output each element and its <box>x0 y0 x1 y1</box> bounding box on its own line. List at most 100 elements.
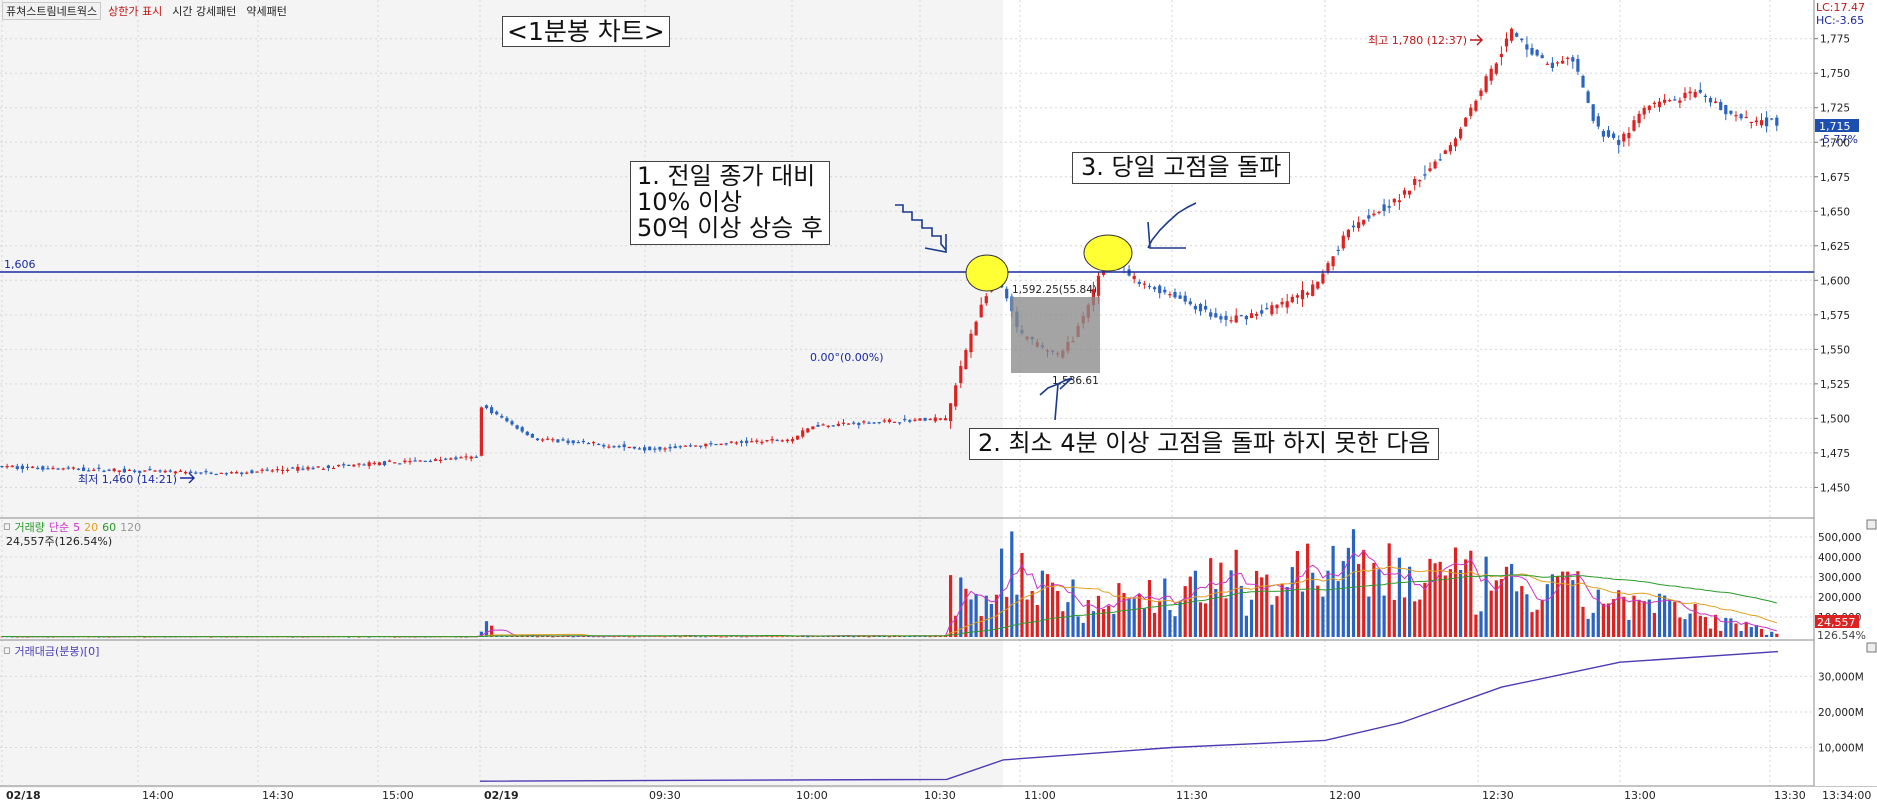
candle-body <box>1438 159 1442 161</box>
volume-bar <box>1525 594 1529 637</box>
candle-body <box>1255 314 1259 316</box>
volume-bar <box>1244 615 1248 637</box>
volume-bar <box>1632 595 1636 637</box>
candle-body <box>1392 198 1396 203</box>
amount-tick-label: 10,000M <box>1818 742 1864 754</box>
candle-body <box>1627 132 1631 139</box>
candle-body <box>852 422 856 424</box>
volume-bar <box>1520 586 1524 637</box>
volume-bar <box>1030 590 1034 637</box>
candle-body <box>117 470 121 472</box>
volume-pane-collapse-button[interactable] <box>1866 519 1877 530</box>
volume-bar <box>1265 574 1269 637</box>
candle-body <box>0 465 4 468</box>
volume-bar <box>1540 599 1544 637</box>
candle-body <box>1765 117 1769 127</box>
volume-bar <box>1550 574 1554 637</box>
candle-body <box>41 466 45 470</box>
candle-body <box>1214 313 1218 318</box>
candle-body <box>214 473 218 476</box>
box-bottom-label: 1,536.61 <box>1052 375 1099 387</box>
time-tick-label: 14:30 <box>262 789 294 802</box>
volume-bar <box>1652 612 1656 637</box>
candle-body <box>1168 294 1172 296</box>
candle-body <box>1571 57 1575 62</box>
candle-body <box>1668 100 1672 102</box>
candle-body <box>1300 289 1305 300</box>
candle-body <box>1744 116 1748 119</box>
candle-body <box>1489 68 1493 81</box>
candle-body <box>31 466 35 468</box>
candle-body <box>949 403 953 422</box>
candle-body <box>1005 288 1009 299</box>
volume-bar <box>1127 598 1131 637</box>
candle-body <box>1397 200 1401 203</box>
volume-bar <box>719 636 723 638</box>
candle-body <box>1617 140 1621 145</box>
candle-body <box>1331 256 1335 267</box>
volume-bar <box>852 636 856 638</box>
candle-body <box>1265 308 1269 310</box>
candle-body <box>449 458 453 460</box>
candle-body <box>1423 174 1427 176</box>
candle-body <box>1759 120 1764 126</box>
candle-body <box>979 304 983 318</box>
volume-bar <box>1377 569 1381 637</box>
volume-bar <box>1693 604 1697 637</box>
volume-bar <box>1479 611 1483 637</box>
volume-bar <box>1336 581 1340 637</box>
candle-body <box>1499 53 1503 58</box>
candle-body <box>1545 63 1549 65</box>
title-box: <1분봉 차트> <box>502 16 670 47</box>
candle-body <box>1520 38 1524 41</box>
candle-body <box>331 467 336 470</box>
candle-body <box>1321 273 1325 284</box>
candle-body <box>1239 315 1243 317</box>
volume-bar <box>969 599 973 637</box>
candle-body <box>245 472 249 474</box>
strong-pattern-toggle[interactable]: 시간 강세패턴 <box>169 3 239 19</box>
candle-body <box>1504 38 1509 47</box>
volume-bar <box>1382 595 1386 637</box>
candle-body <box>556 439 560 443</box>
candle-body <box>444 458 448 460</box>
candle-body <box>1249 313 1254 319</box>
right-axis-area <box>1814 0 1877 786</box>
candle-body <box>877 422 881 424</box>
candle-body <box>286 469 290 471</box>
candle-body <box>796 435 800 440</box>
candle-body <box>867 422 871 424</box>
volume-bar <box>1178 600 1182 637</box>
time-tick-label: 13:34:00 <box>1822 789 1871 802</box>
amount-tick-label: 30,000M <box>1818 671 1864 683</box>
volume-bar <box>1214 589 1218 637</box>
candle-body <box>581 440 585 443</box>
consolidation-box[interactable] <box>1011 297 1100 373</box>
weak-pattern-toggle[interactable]: 약세패턴 <box>243 3 289 19</box>
volume-bar <box>551 636 555 638</box>
volume-bar <box>806 636 810 638</box>
candle-body <box>301 468 305 470</box>
candle-body <box>347 464 351 466</box>
candle-body <box>586 443 591 445</box>
stock-name-button[interactable]: 퓨쳐스트림네트웍스 <box>2 2 102 20</box>
candle-body <box>377 462 381 466</box>
volume-bar <box>979 616 983 637</box>
volume-bar <box>1739 631 1743 637</box>
session-shade-3 <box>1003 0 1783 788</box>
candle-body <box>280 469 285 471</box>
amount-pane-collapse-button[interactable] <box>1866 642 1877 653</box>
volume-bar <box>1117 583 1121 637</box>
volume-bar <box>1499 578 1503 637</box>
limit-toggle[interactable]: 상한가 표시 <box>105 3 165 19</box>
volume-bar <box>1708 628 1713 637</box>
candle-body <box>1357 222 1361 229</box>
candle-body <box>1367 215 1371 219</box>
candle-body <box>495 411 499 415</box>
volume-bar <box>1489 590 1493 637</box>
candle-body <box>342 464 346 466</box>
candle-body <box>694 445 698 447</box>
volume-bar <box>1285 587 1289 637</box>
candle-body <box>1351 225 1356 228</box>
candle-body <box>439 459 443 462</box>
